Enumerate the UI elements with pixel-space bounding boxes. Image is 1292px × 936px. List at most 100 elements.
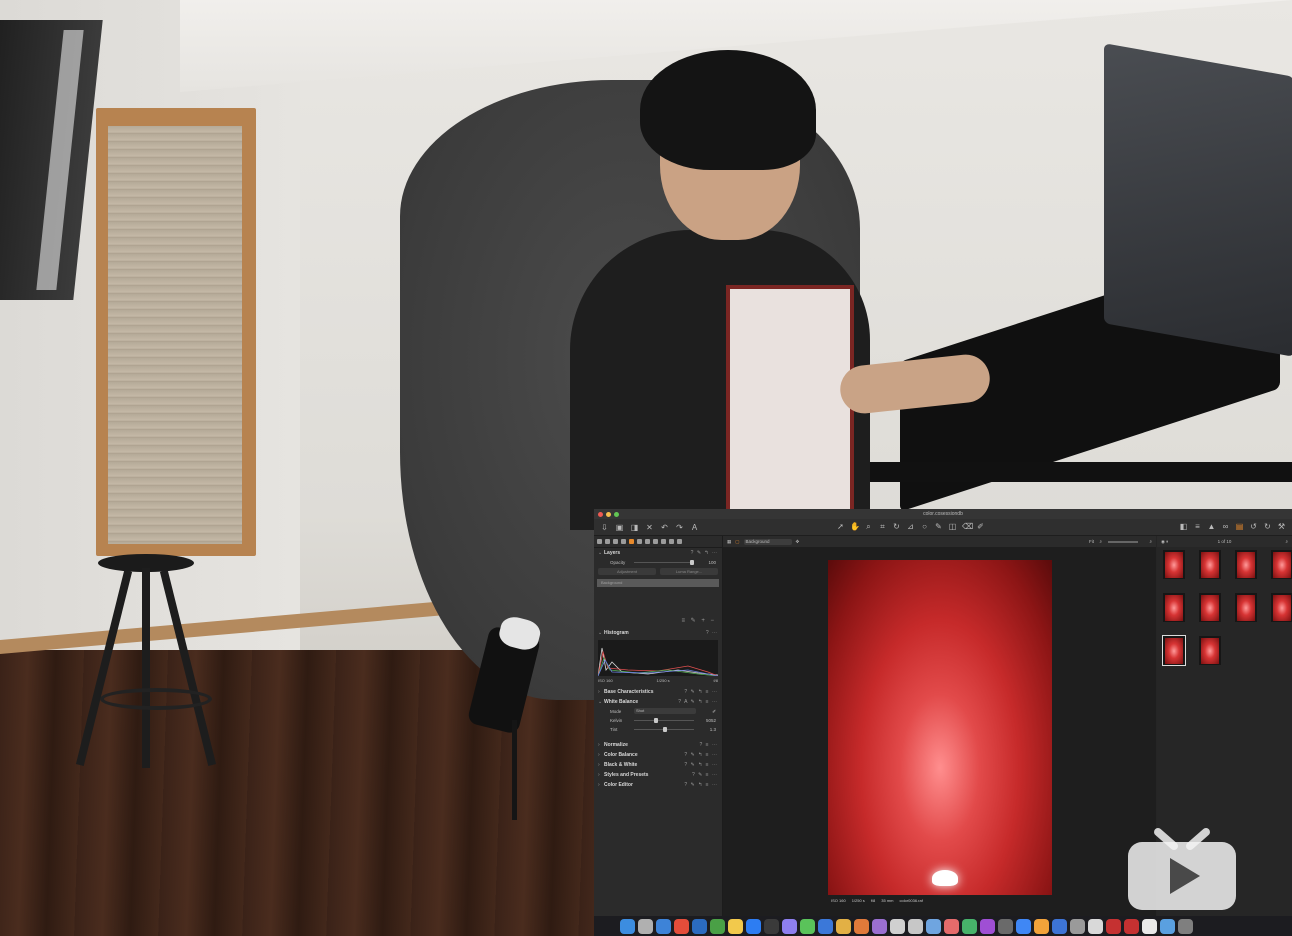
thumbnail[interactable] xyxy=(1235,593,1257,622)
tab-color[interactable] xyxy=(629,539,634,544)
delete-icon[interactable]: ✕ xyxy=(645,523,654,532)
dock-app-icon[interactable] xyxy=(818,918,833,934)
glasses-icon[interactable]: ∞ xyxy=(1221,522,1230,531)
thumbnail[interactable] xyxy=(1162,635,1186,666)
dock-app-icon[interactable] xyxy=(854,918,869,934)
layers-header[interactable]: ⌄ Layers ? ✎ ↰ ⋯ xyxy=(594,548,722,558)
keystone-icon[interactable]: ⊿ xyxy=(906,522,915,531)
dock-app-icon[interactable] xyxy=(1178,918,1193,934)
dock-app-icon[interactable] xyxy=(872,918,887,934)
zoom-icon[interactable]: ⌕ xyxy=(1099,539,1102,544)
search-icon[interactable]: ⌕ xyxy=(1149,539,1152,544)
rotate-icon[interactable]: ↻ xyxy=(892,522,901,531)
histogram-header[interactable]: ⌄ Histogram ? ⋯ xyxy=(594,628,722,638)
viewer-photo[interactable] xyxy=(828,560,1052,895)
camera-icon[interactable]: ▣ xyxy=(615,523,624,532)
tool-actions-icon[interactable]: ? ✎ ↰ ≡ ⋯ xyxy=(684,752,718,758)
warning-icon[interactable]: ▲ xyxy=(1207,522,1216,531)
erase-icon[interactable]: ⌫ xyxy=(962,522,973,531)
tab-details[interactable] xyxy=(645,539,650,544)
dock-app-icon[interactable] xyxy=(782,918,797,934)
compare-icon[interactable]: ◧ xyxy=(1179,522,1188,531)
text-icon[interactable]: A xyxy=(690,523,699,532)
tab-library[interactable] xyxy=(597,539,602,544)
brush-icon[interactable]: ✎ xyxy=(934,522,943,531)
thumbnail[interactable] xyxy=(1163,550,1185,579)
layer-actions-icon[interactable]: ≡ ✎ + − xyxy=(681,617,716,624)
opacity-slider[interactable] xyxy=(634,560,694,565)
crop-icon[interactable]: ⌗ xyxy=(878,522,887,531)
dock-app-icon[interactable] xyxy=(890,918,905,934)
tool-actions-icon[interactable]: ? ≡ ⋯ xyxy=(700,742,718,748)
tool-actions-icon[interactable]: ? A ✎ ↰ ≡ ⋯ xyxy=(678,699,718,705)
tool-actions-icon[interactable]: ? ✎ ↰ ⋯ xyxy=(691,550,718,556)
dock-app-icon[interactable] xyxy=(980,918,995,934)
tool-actions-icon[interactable]: ? ✎ ↰ ≡ ⋯ xyxy=(684,782,718,788)
loupe-icon[interactable]: ⌕ xyxy=(864,522,873,531)
dock-app-icon[interactable] xyxy=(1052,918,1067,934)
thumbnail[interactable] xyxy=(1271,550,1292,579)
process-icon[interactable]: ◨ xyxy=(630,523,639,532)
dock-app-icon[interactable] xyxy=(908,918,923,934)
color-editor-header[interactable]: › Color Editor ? ✎ ↰ ≡ ⋯ xyxy=(594,780,722,790)
thumbnail[interactable] xyxy=(1235,550,1257,579)
import-icon[interactable]: ⇩ xyxy=(600,523,609,532)
dock-app-icon[interactable] xyxy=(1106,918,1121,934)
tool-actions-icon[interactable]: ? ✎ ↰ ≡ ⋯ xyxy=(684,762,718,768)
wrench-icon[interactable]: ⚒ xyxy=(1277,522,1286,531)
tint-slider[interactable] xyxy=(634,727,694,732)
grid-view-icon[interactable]: ▦ xyxy=(727,539,731,545)
tab-capture[interactable] xyxy=(605,539,610,544)
thumbnail[interactable] xyxy=(1199,550,1221,579)
undo-icon[interactable]: ↶ xyxy=(660,523,669,532)
normalize-header[interactable]: › Normalize ? ≡ ⋯ xyxy=(594,740,722,750)
dock-app-icon[interactable] xyxy=(764,918,779,934)
tool-actions-icon[interactable]: ? ✎ ≡ ⋯ xyxy=(692,772,718,778)
dock-app-icon[interactable] xyxy=(728,918,743,934)
tab-batch[interactable] xyxy=(677,539,682,544)
dock-app-icon[interactable] xyxy=(638,918,653,934)
slider-knob[interactable] xyxy=(653,718,658,723)
dock-app-icon[interactable] xyxy=(998,918,1013,934)
redo-icon[interactable]: ↷ xyxy=(675,523,684,532)
copy-adjustments-icon[interactable]: ▤ xyxy=(1235,522,1244,531)
styles-presets-header[interactable]: › Styles and Presets ? ✎ ≡ ⋯ xyxy=(594,770,722,780)
single-view-icon[interactable]: ▢ xyxy=(735,539,739,545)
gradient-icon[interactable]: ◫ xyxy=(948,522,957,531)
zoom-slider[interactable] xyxy=(1108,541,1138,543)
pan-icon[interactable]: ✋ xyxy=(850,522,860,531)
white-balance-header[interactable]: ⌄ White Balance ? A ✎ ↰ ≡ ⋯ xyxy=(594,697,722,707)
tool-actions-icon[interactable]: ? ✎ ↰ ≡ ⋯ xyxy=(684,689,718,695)
slider-knob[interactable] xyxy=(690,560,694,565)
add-layer-icon[interactable]: ✥ xyxy=(796,539,800,545)
dock-app-icon[interactable] xyxy=(746,918,761,934)
select-icon[interactable]: ➚ xyxy=(836,522,845,531)
tab-output[interactable] xyxy=(669,539,674,544)
dock-app-icon[interactable] xyxy=(692,918,707,934)
color-balance-header[interactable]: › Color Balance ? ✎ ↰ ≡ ⋯ xyxy=(594,750,722,760)
dock-app-icon[interactable] xyxy=(836,918,851,934)
background-layer[interactable]: Background xyxy=(597,579,719,587)
dock-app-icon[interactable] xyxy=(944,918,959,934)
zoom-label[interactable]: Fit xyxy=(1089,539,1094,544)
tab-lens[interactable] xyxy=(613,539,618,544)
dock-app-icon[interactable] xyxy=(962,918,977,934)
thumbnail[interactable] xyxy=(1163,593,1185,622)
dock-app-icon[interactable] xyxy=(620,918,635,934)
dock-app-icon[interactable] xyxy=(1088,918,1103,934)
dock-app-icon[interactable] xyxy=(710,918,725,934)
dock-app-icon[interactable] xyxy=(656,918,671,934)
tab-composition[interactable] xyxy=(621,539,626,544)
search-icon[interactable]: ⌕ xyxy=(1285,539,1288,544)
eye-icon[interactable]: ◉ ⏸ xyxy=(1161,539,1168,545)
thumbnail[interactable] xyxy=(1199,636,1221,665)
dock-app-icon[interactable] xyxy=(674,918,689,934)
kelvin-slider[interactable] xyxy=(634,718,694,723)
eyedropper-icon[interactable]: ✐ xyxy=(712,709,716,715)
base-characteristics-header[interactable]: › Base Characteristics ? ✎ ↰ ≡ ⋯ xyxy=(594,687,722,697)
dock-app-icon[interactable] xyxy=(1034,918,1049,934)
wb-mode-select[interactable]: Shot xyxy=(634,708,696,714)
dock-app-icon[interactable] xyxy=(1016,918,1031,934)
rotate-right-icon[interactable]: ↻ xyxy=(1263,522,1272,531)
dock-app-icon[interactable] xyxy=(1070,918,1085,934)
